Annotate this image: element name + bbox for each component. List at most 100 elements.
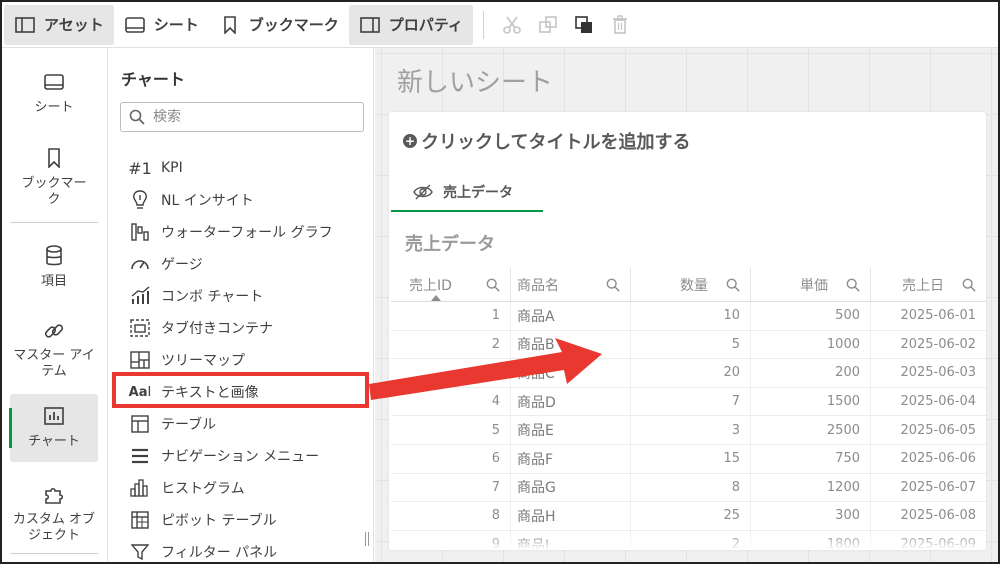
table-cell[interactable]: 2025-06-05: [871, 416, 986, 444]
table-cell[interactable]: 15: [631, 444, 751, 473]
table-cell[interactable]: 1: [391, 302, 511, 330]
table-row[interactable]: 8 商品H 25 300 2025-06-08: [391, 502, 986, 531]
chart-item-nl-insight[interactable]: NL インサイト: [109, 184, 369, 216]
table-row[interactable]: 5 商品E 3 2500 2025-06-05: [391, 416, 986, 445]
table-cell[interactable]: 2025-06-07: [871, 474, 986, 502]
table-cell[interactable]: 商品G: [511, 473, 631, 502]
table-cell[interactable]: 商品F: [511, 444, 631, 473]
table-cell[interactable]: 2025-06-02: [871, 331, 986, 359]
sheet-label: シート: [153, 16, 199, 34]
table-row[interactable]: 2 商品B 5 1000 2025-06-02: [391, 330, 986, 360]
table-cell[interactable]: 商品C: [511, 359, 631, 387]
sheet-title[interactable]: 新しいシート: [397, 62, 553, 99]
combo-chart-icon: [129, 285, 151, 307]
chart-item-combo[interactable]: コンボ チャート: [109, 280, 369, 312]
assets-button[interactable]: アセット: [4, 4, 114, 45]
chart-item-waterfall[interactable]: ウォーターフォール グラフ: [109, 216, 369, 248]
paste-button[interactable]: [566, 5, 602, 45]
nav-item-bookmarks[interactable]: ブックマーク: [10, 146, 98, 216]
chart-item-filter-pane[interactable]: フィルター パネル: [109, 536, 369, 562]
column-header-sales-date[interactable]: 売上日: [871, 268, 986, 301]
bookmark-label: ブックマーク: [248, 16, 339, 34]
add-title-button[interactable]: + クリックしてタイトルを追加する: [403, 128, 690, 154]
cut-button[interactable]: [494, 5, 530, 45]
table-cell[interactable]: 3: [391, 359, 511, 387]
table-cell[interactable]: 2025-06-03: [871, 359, 986, 387]
table-cell[interactable]: 3: [631, 416, 751, 444]
table-cell[interactable]: 2025-06-08: [871, 502, 986, 530]
search-icon[interactable]: [724, 278, 742, 292]
search-box[interactable]: [120, 102, 364, 132]
table-row[interactable]: 7 商品G 8 1200 2025-06-07: [391, 473, 986, 503]
table-row[interactable]: 6 商品F 15 750 2025-06-06: [391, 444, 986, 474]
table-cell[interactable]: 10: [631, 302, 751, 330]
column-header-product[interactable]: 商品名: [511, 268, 631, 301]
chart-item-navigation-menu[interactable]: ナビゲーション メニュー: [109, 440, 369, 472]
chart-item-histogram[interactable]: ヒストグラム: [109, 472, 369, 504]
nav-item-charts[interactable]: チャート: [10, 394, 98, 462]
nav-item-fields[interactable]: 項目: [10, 244, 98, 300]
column-header-sales-id[interactable]: 売上ID: [391, 268, 511, 301]
search-icon[interactable]: [844, 278, 862, 292]
search-icon[interactable]: [960, 278, 978, 292]
table-cell[interactable]: 300: [751, 502, 871, 530]
table-cell[interactable]: 5: [391, 416, 511, 444]
nav-item-sheets[interactable]: シート: [10, 70, 98, 126]
table-row[interactable]: 1 商品A 10 500 2025-06-01: [391, 302, 986, 331]
properties-button[interactable]: プロパティ: [348, 4, 473, 45]
table-cell[interactable]: 20: [631, 359, 751, 387]
table-row[interactable]: 3 商品C 20 200 2025-06-03: [391, 359, 986, 388]
nav-item-master-items[interactable]: マスター アイテム: [10, 320, 98, 380]
sheet-button[interactable]: シート: [114, 5, 209, 45]
table-cell[interactable]: 8: [391, 502, 511, 530]
table-cell[interactable]: 25: [631, 502, 751, 530]
table-cell[interactable]: 4: [391, 387, 511, 416]
chart-item-gauge[interactable]: ゲージ: [109, 248, 369, 280]
table-cell[interactable]: 500: [751, 302, 871, 330]
nav-label: マスター アイテム: [13, 348, 95, 379]
table-cell[interactable]: 商品E: [511, 416, 631, 444]
column-header-unit-price[interactable]: 単価: [751, 268, 871, 301]
chart-item-pivot-table[interactable]: ピボット テーブル: [109, 504, 369, 536]
table-cell[interactable]: 200: [751, 359, 871, 387]
table-row[interactable]: 4 商品D 7 1500 2025-06-04: [391, 387, 986, 417]
table-cell[interactable]: 2500: [751, 416, 871, 444]
nav-divider: [10, 553, 98, 554]
search-icon[interactable]: [484, 278, 502, 292]
table-cell[interactable]: 750: [751, 444, 871, 473]
table-cell[interactable]: 2025-06-04: [871, 388, 986, 416]
table-cell[interactable]: 2: [391, 330, 511, 359]
bookmark-button[interactable]: ブックマーク: [209, 5, 349, 45]
table-cell[interactable]: 1500: [751, 387, 871, 416]
search-icon[interactable]: [604, 278, 622, 292]
table-cell[interactable]: 8: [631, 473, 751, 502]
tab-sales-data[interactable]: 売上データ: [391, 174, 543, 212]
table-cell[interactable]: 2025-06-01: [871, 302, 986, 330]
chart-item-table[interactable]: テーブル: [109, 408, 369, 440]
table-cell[interactable]: 商品D: [511, 387, 631, 416]
table-cell[interactable]: 7: [391, 473, 511, 502]
chart-item-kpi[interactable]: #1 KPI: [109, 152, 369, 184]
link-icon: [43, 320, 65, 342]
column-header-quantity[interactable]: 数量: [631, 268, 751, 301]
table-cell[interactable]: 1200: [751, 473, 871, 502]
search-input[interactable]: [153, 109, 343, 125]
nav-item-custom-objects[interactable]: カスタム オブジェクト: [10, 484, 98, 544]
table-cell[interactable]: 商品B: [511, 330, 631, 359]
tab-label: 売上データ: [443, 185, 513, 201]
table-cell[interactable]: 6: [391, 444, 511, 473]
table-title: 売上データ: [405, 234, 495, 255]
table-cell[interactable]: 5: [631, 330, 751, 359]
table-object[interactable]: + クリックしてタイトルを追加する 売上データ 売上データ 売上ID 商品名 数…: [389, 112, 986, 550]
table-cell[interactable]: 商品A: [511, 302, 631, 330]
delete-button[interactable]: [602, 5, 638, 45]
chart-item-tabbed-container[interactable]: タブ付きコンテナ: [109, 312, 369, 344]
copy-button[interactable]: [530, 5, 566, 45]
table-cell[interactable]: 7: [631, 387, 751, 416]
table-cell[interactable]: 商品H: [511, 502, 631, 530]
table-cell[interactable]: 2025-06-06: [871, 445, 986, 473]
database-icon: [45, 244, 63, 268]
table-cell[interactable]: 1000: [751, 330, 871, 359]
treemap-icon: [129, 349, 151, 371]
panel-resize-handle[interactable]: [365, 532, 369, 546]
